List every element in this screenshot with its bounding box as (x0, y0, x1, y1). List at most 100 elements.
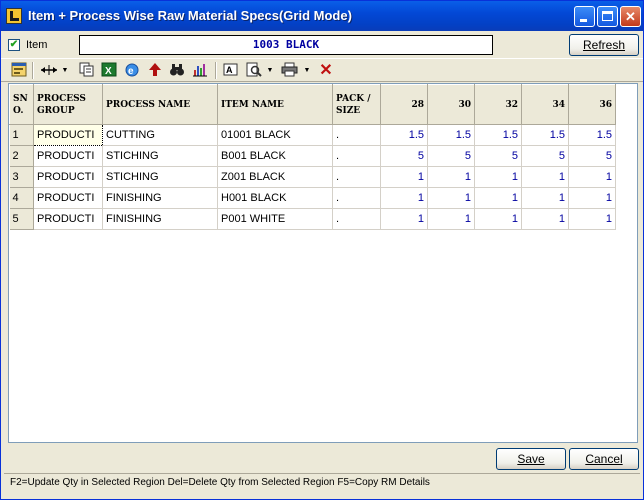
up-arrow-icon[interactable] (146, 62, 164, 79)
cell-size-32[interactable]: 1 (474, 166, 522, 188)
header-sno[interactable]: SN O. (9, 84, 34, 125)
cell-size-34[interactable]: 1 (521, 208, 569, 230)
close-button[interactable]: ✕ (620, 6, 641, 27)
cell-process-group[interactable]: PRODUCTI (33, 166, 103, 188)
chart-icon[interactable] (191, 62, 209, 79)
table-row[interactable]: 1 PRODUCTI CUTTING 01001 BLACK . 1.5 1.5… (9, 124, 616, 146)
cell-process-name[interactable]: FINISHING (102, 208, 218, 230)
row-number[interactable]: 4 (9, 187, 34, 209)
dropdown-icon[interactable]: ▼ (265, 62, 275, 79)
cell-size-32[interactable]: 1 (474, 187, 522, 209)
status-bar: F2=Update Qty in Selected Region Del=Del… (4, 473, 640, 493)
cell-size-30[interactable]: 1.5 (427, 124, 475, 146)
cell-size-28[interactable]: 1 (380, 166, 428, 188)
cell-process-name[interactable]: STICHING (102, 166, 218, 188)
svg-text:e: e (128, 66, 134, 77)
header-process-group[interactable]: PROCESS GROUP (33, 84, 103, 125)
header-item-name[interactable]: ITEM NAME (217, 84, 333, 125)
cancel-button[interactable]: Cancel (569, 448, 639, 470)
row-number[interactable]: 2 (9, 145, 34, 167)
refresh-label: Refresh (582, 38, 626, 52)
cancel-label: Cancel (585, 452, 623, 466)
cell-size-28[interactable]: 5 (380, 145, 428, 167)
minimize-button[interactable] (574, 6, 595, 27)
cell-size-36[interactable]: 1 (568, 166, 616, 188)
table-row[interactable]: 4 PRODUCTI FINISHING H001 BLACK . 1 1 1 … (9, 187, 616, 209)
resize-columns-icon[interactable] (39, 62, 59, 79)
svg-text:X: X (105, 66, 112, 77)
cell-pack-size[interactable]: . (332, 145, 381, 167)
cell-size-30[interactable]: 1 (427, 187, 475, 209)
grid[interactable]: SN O. PROCESS GROUP PROCESS NAME ITEM NA… (8, 83, 638, 443)
cell-size-36[interactable]: 1 (568, 208, 616, 230)
cell-item-name[interactable]: Z001 BLACK (217, 166, 333, 188)
table-row[interactable]: 3 PRODUCTI STICHING Z001 BLACK . 1 1 1 1… (9, 166, 616, 188)
header-size-36[interactable]: 36 (568, 84, 616, 125)
printer-icon[interactable] (281, 62, 299, 79)
header-pack-size[interactable]: PACK / SIZE (332, 84, 381, 125)
excel-icon[interactable]: X (100, 62, 118, 79)
item-checkbox-label: Item (26, 39, 48, 51)
item-checkbox[interactable]: ✔ (8, 39, 20, 51)
print-preview-icon[interactable] (245, 62, 263, 79)
dropdown-icon[interactable]: ▼ (60, 62, 70, 79)
table-row[interactable]: 5 PRODUCTI FINISHING P001 WHITE . 1 1 1 … (9, 208, 616, 230)
header-size-30[interactable]: 30 (427, 84, 475, 125)
row-number[interactable]: 3 (9, 166, 34, 188)
cell-pack-size[interactable]: . (332, 166, 381, 188)
cell-item-name[interactable]: P001 WHITE (217, 208, 333, 230)
cell-size-32[interactable]: 1.5 (474, 124, 522, 146)
copy-icon[interactable] (78, 62, 96, 79)
save-button[interactable]: Save (496, 448, 566, 470)
cell-size-28[interactable]: 1 (380, 208, 428, 230)
cell-size-28[interactable]: 1.5 (380, 124, 428, 146)
cell-size-34[interactable]: 1.5 (521, 124, 569, 146)
header-size-28[interactable]: 28 (380, 84, 428, 125)
cell-size-30[interactable]: 1 (427, 208, 475, 230)
dropdown-icon[interactable]: ▼ (302, 62, 312, 79)
cell-item-name[interactable]: H001 BLACK (217, 187, 333, 209)
cell-size-36[interactable]: 1 (568, 187, 616, 209)
cell-process-name[interactable]: STICHING (102, 145, 218, 167)
cell-size-34[interactable]: 5 (521, 145, 569, 167)
header-size-32[interactable]: 32 (474, 84, 522, 125)
title-bar[interactable]: Item + Process Wise Raw Material Specs(G… (1, 1, 643, 31)
row-number[interactable]: 5 (9, 208, 34, 230)
cell-pack-size[interactable]: . (332, 187, 381, 209)
binoculars-icon[interactable] (168, 62, 186, 79)
cell-process-group[interactable]: PRODUCTI (33, 187, 103, 209)
cell-size-30[interactable]: 5 (427, 145, 475, 167)
cell-process-group[interactable]: PRODUCTI (33, 145, 103, 167)
font-icon[interactable]: A (222, 62, 240, 79)
cell-pack-size[interactable]: . (332, 208, 381, 230)
maximize-button[interactable] (597, 6, 618, 27)
browser-icon[interactable]: e (123, 62, 141, 79)
row-number[interactable]: 1 (9, 124, 34, 146)
cell-size-28[interactable]: 1 (380, 187, 428, 209)
refresh-button[interactable]: Refresh (569, 34, 639, 56)
delete-icon[interactable]: ✕ (317, 62, 335, 79)
cell-item-name[interactable]: 01001 BLACK (217, 124, 333, 146)
cell-size-36[interactable]: 1.5 (568, 124, 616, 146)
svg-text:A: A (226, 65, 233, 75)
header-size-34[interactable]: 34 (521, 84, 569, 125)
table-row[interactable]: 2 PRODUCTI STICHING B001 BLACK . 5 5 5 5… (9, 145, 616, 167)
cell-pack-size[interactable]: . (332, 124, 381, 146)
cell-size-32[interactable]: 5 (474, 145, 522, 167)
cell-process-group[interactable]: PRODUCTI (33, 124, 103, 146)
cell-size-34[interactable]: 1 (521, 187, 569, 209)
grid-header-row: SN O. PROCESS GROUP PROCESS NAME ITEM NA… (9, 84, 616, 125)
header-process-name[interactable]: PROCESS NAME (102, 84, 218, 125)
cell-size-30[interactable]: 1 (427, 166, 475, 188)
form-icon[interactable] (10, 62, 28, 79)
cell-process-group[interactable]: PRODUCTI (33, 208, 103, 230)
app-icon[interactable] (6, 8, 22, 24)
cell-item-name[interactable]: B001 BLACK (217, 145, 333, 167)
save-label: Save (517, 452, 545, 466)
item-field[interactable]: 1003 BLACK (79, 35, 493, 55)
cell-size-34[interactable]: 1 (521, 166, 569, 188)
cell-size-32[interactable]: 1 (474, 208, 522, 230)
cell-size-36[interactable]: 5 (568, 145, 616, 167)
cell-process-name[interactable]: FINISHING (102, 187, 218, 209)
cell-process-name[interactable]: CUTTING (102, 124, 218, 146)
